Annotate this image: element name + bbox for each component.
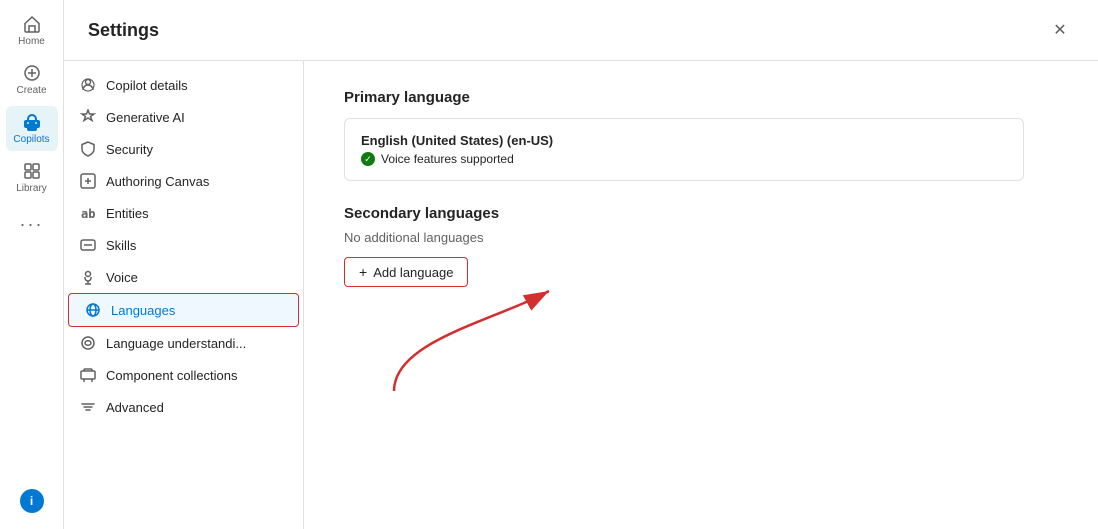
sidebar-item-generative-ai[interactable]: Generative AI <box>64 101 303 133</box>
sidebar-item-skills-label: Skills <box>106 238 287 253</box>
primary-language-title: Primary language <box>344 89 1058 106</box>
nav-bottom: i <box>20 489 44 521</box>
sidebar-item-language-understanding[interactable]: Language understandi... <box>64 327 303 359</box>
copilots-icon <box>22 112 42 132</box>
home-icon <box>22 14 42 34</box>
settings-sidebar: Copilot details Generative AI Security <box>64 61 304 529</box>
sidebar-item-authoring-canvas[interactable]: Authoring Canvas <box>64 165 303 197</box>
sidebar-item-copilot-details-label: Copilot details <box>106 78 287 93</box>
nav-item-create-label: Create <box>16 85 46 96</box>
generative-ai-icon <box>80 109 96 125</box>
check-circle-icon: ✓ <box>361 152 375 166</box>
sidebar-item-authoring-canvas-label: Authoring Canvas <box>106 174 287 189</box>
content-area: Copilot details Generative AI Security <box>64 61 1098 529</box>
security-icon <box>80 141 96 157</box>
sidebar-item-copilot-details[interactable]: Copilot details <box>64 69 303 101</box>
sidebar-item-entities[interactable]: ab Entities <box>64 197 303 229</box>
add-language-label: Add language <box>373 265 453 280</box>
add-language-button[interactable]: + Add language <box>344 257 468 287</box>
close-icon: ✕ <box>1053 20 1066 40</box>
page-title: Settings <box>88 20 159 41</box>
voice-supported-label: Voice features supported <box>381 152 514 166</box>
no-languages-label: No additional languages <box>344 230 1058 245</box>
library-icon <box>22 161 42 181</box>
primary-language-box: English (United States) (en-US) ✓ Voice … <box>344 118 1024 181</box>
sidebar-item-security[interactable]: Security <box>64 133 303 165</box>
secondary-language-title: Secondary languages <box>344 205 1058 222</box>
sidebar-item-skills[interactable]: Skills <box>64 229 303 261</box>
main-content: Settings ✕ Copilot details Gen <box>64 0 1098 529</box>
sidebar-item-advanced[interactable]: Advanced <box>64 391 303 423</box>
nav-item-home[interactable]: Home <box>6 8 58 53</box>
nav-item-copilots[interactable]: Copilots <box>6 106 58 151</box>
nav-item-home-label: Home <box>18 36 45 47</box>
sidebar-item-language-understanding-label: Language understandi... <box>106 336 287 351</box>
language-info: English (United States) (en-US) ✓ Voice … <box>361 133 553 166</box>
sidebar-item-security-label: Security <box>106 142 287 157</box>
sidebar-item-voice[interactable]: Voice <box>64 261 303 293</box>
skills-icon <box>80 237 96 253</box>
sidebar-item-entities-label: Entities <box>106 206 287 221</box>
info-button[interactable]: i <box>20 489 44 513</box>
nav-item-library[interactable]: Library <box>6 155 58 200</box>
authoring-canvas-icon <box>80 173 96 189</box>
advanced-icon <box>80 399 96 415</box>
right-panel: Primary language English (United States)… <box>304 61 1098 529</box>
header: Settings ✕ <box>64 0 1098 61</box>
nav-bar: Home Create Copilots Library ··· i <box>0 0 64 529</box>
languages-icon <box>85 302 101 318</box>
sidebar-item-languages[interactable]: Languages <box>68 293 299 327</box>
plus-icon: + <box>359 264 367 280</box>
sidebar-item-languages-label: Languages <box>111 303 282 318</box>
sidebar-item-advanced-label: Advanced <box>106 400 287 415</box>
sidebar-item-voice-label: Voice <box>106 270 287 285</box>
nav-item-copilots-label: Copilots <box>13 134 49 145</box>
nav-item-create[interactable]: Create <box>6 57 58 102</box>
create-icon <box>22 63 42 83</box>
sidebar-item-component-collections-label: Component collections <box>106 368 287 383</box>
language-understanding-icon <box>80 335 96 351</box>
voice-supported-row: ✓ Voice features supported <box>361 152 553 166</box>
component-collections-icon <box>80 367 96 383</box>
voice-icon <box>80 269 96 285</box>
copilot-details-icon <box>80 77 96 93</box>
nav-item-more[interactable]: ··· <box>6 208 58 241</box>
close-button[interactable]: ✕ <box>1046 16 1074 44</box>
language-name: English (United States) (en-US) <box>361 133 553 148</box>
svg-text:ab: ab <box>81 207 95 221</box>
sidebar-item-generative-ai-label: Generative AI <box>106 110 287 125</box>
info-icon: i <box>30 494 33 508</box>
more-label: ··· <box>20 214 44 235</box>
entities-icon: ab <box>80 205 96 221</box>
nav-item-library-label: Library <box>16 183 47 194</box>
sidebar-item-component-collections[interactable]: Component collections <box>64 359 303 391</box>
